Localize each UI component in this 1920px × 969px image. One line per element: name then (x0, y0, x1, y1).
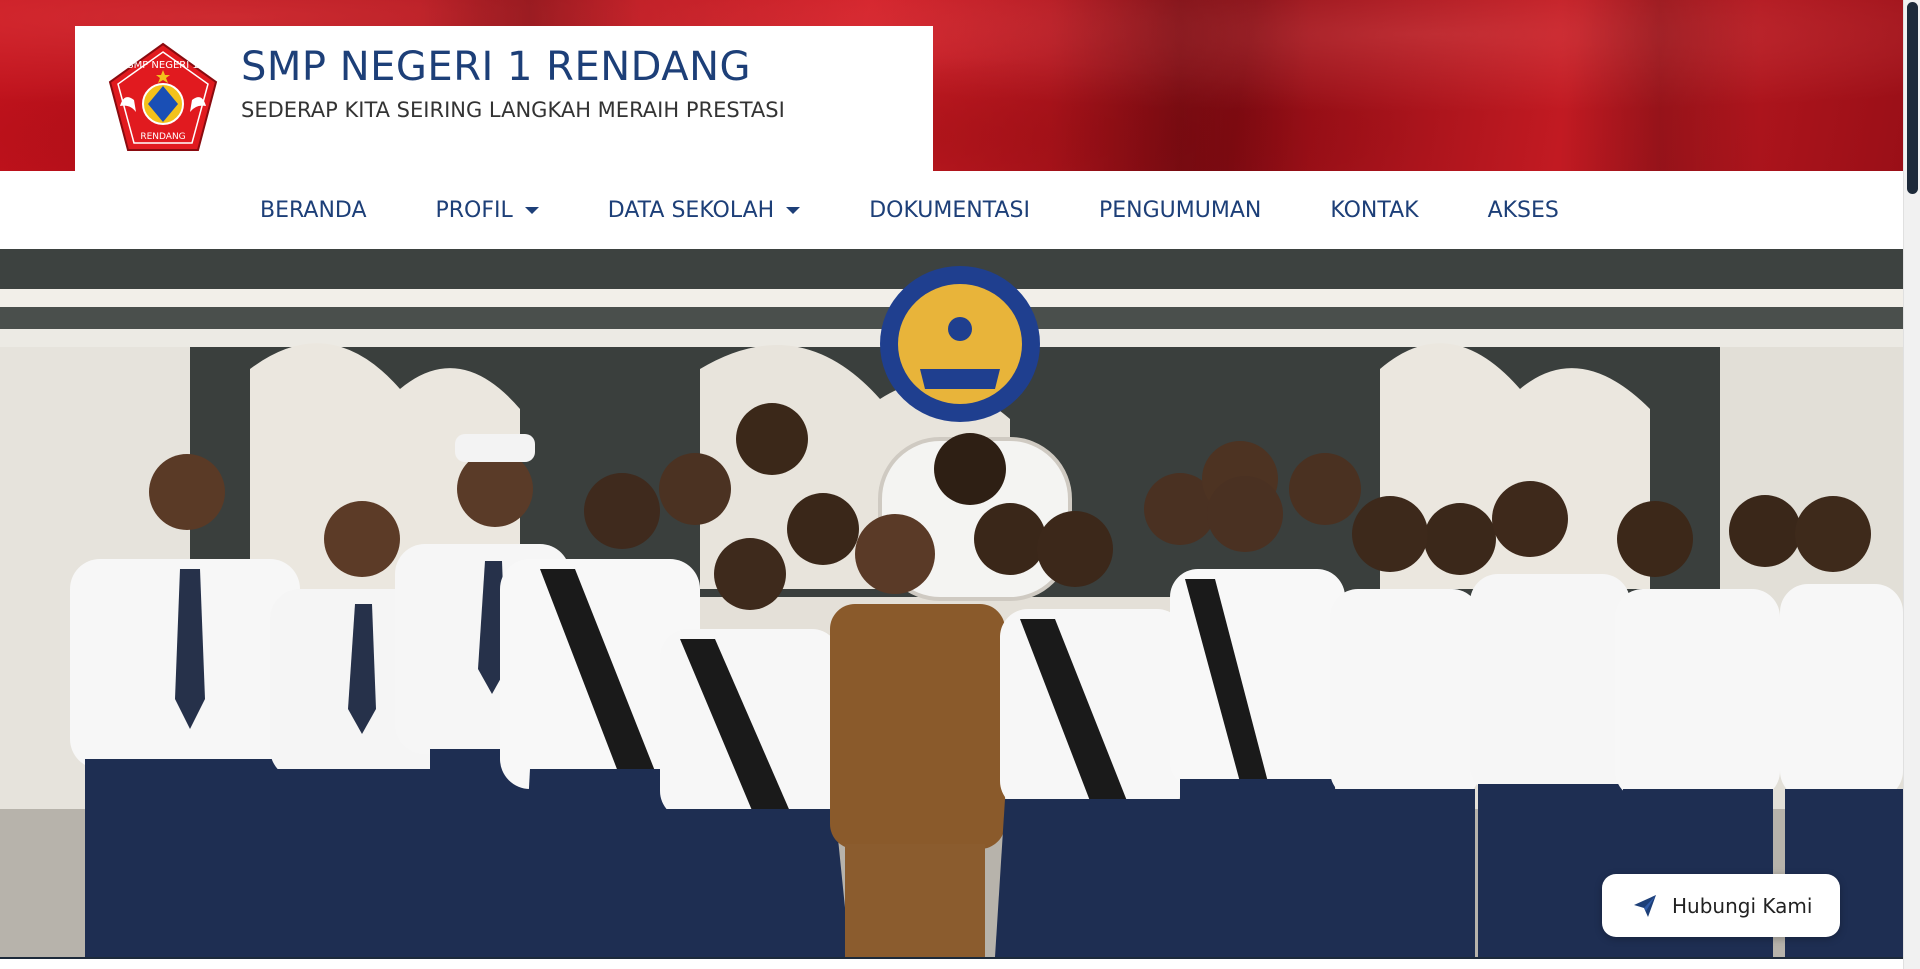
nav-profil-label: PROFIL (435, 197, 513, 223)
school-logo-icon: SMP NEGERI 1 RENDANG (108, 42, 218, 151)
logo-text-bottom: RENDANG (140, 132, 185, 142)
nav-profil-dropdown[interactable]: PROFIL (436, 198, 539, 223)
logo-text-top: SMP NEGERI 1 (127, 60, 199, 71)
page-bottom-edge (0, 957, 1903, 969)
page: SMP NEGERI 1 RENDANG SMP NEGERI 1 RENDAN… (0, 0, 1920, 969)
nav-kontak[interactable]: KONTAK (1330, 198, 1418, 223)
contact-us-button[interactable]: Hubungi Kami (1602, 874, 1840, 937)
main-navigation: BERANDA PROFIL DATA SEKOLAH DOKUMENTASI … (0, 171, 1903, 249)
nav-akses-label: AKSES (1487, 197, 1559, 223)
scrollbar-thumb[interactable] (1907, 2, 1918, 194)
site-tagline: SEDERAP KITA SEIRING LANGKAH MERAIH PRES… (241, 98, 785, 122)
nav-akses[interactable]: AKSES (1488, 198, 1559, 223)
nav-kontak-label: KONTAK (1330, 197, 1419, 223)
caret-down-icon (524, 206, 539, 214)
paper-plane-icon (1634, 894, 1656, 917)
nav-data-sekolah-dropdown[interactable]: DATA SEKOLAH (607, 197, 801, 223)
contact-us-label: Hubungi Kami (1672, 893, 1813, 918)
site-title[interactable]: SMP NEGERI 1 RENDANG (241, 44, 751, 90)
nav-list: BERANDA PROFIL DATA SEKOLAH DOKUMENTASI … (260, 171, 1628, 249)
caret-down-icon (786, 206, 801, 214)
nav-dokumentasi-label: DOKUMENTASI (869, 197, 1030, 223)
nav-beranda[interactable]: BERANDA (260, 198, 367, 223)
hero-group-photo (0, 249, 1903, 957)
nav-pengumuman-label: PENGUMUMAN (1099, 197, 1262, 223)
vertical-scrollbar[interactable] (1903, 0, 1920, 969)
nav-data-sekolah-label: DATA SEKOLAH (607, 197, 775, 223)
brand-card[interactable]: SMP NEGERI 1 RENDANG SMP NEGERI 1 RENDAN… (75, 26, 933, 171)
nav-dokumentasi[interactable]: DOKUMENTASI (869, 198, 1030, 223)
group-photo-illustration (0, 249, 1903, 957)
nav-pengumuman[interactable]: PENGUMUMAN (1099, 198, 1261, 223)
nav-beranda-label: BERANDA (260, 197, 367, 223)
